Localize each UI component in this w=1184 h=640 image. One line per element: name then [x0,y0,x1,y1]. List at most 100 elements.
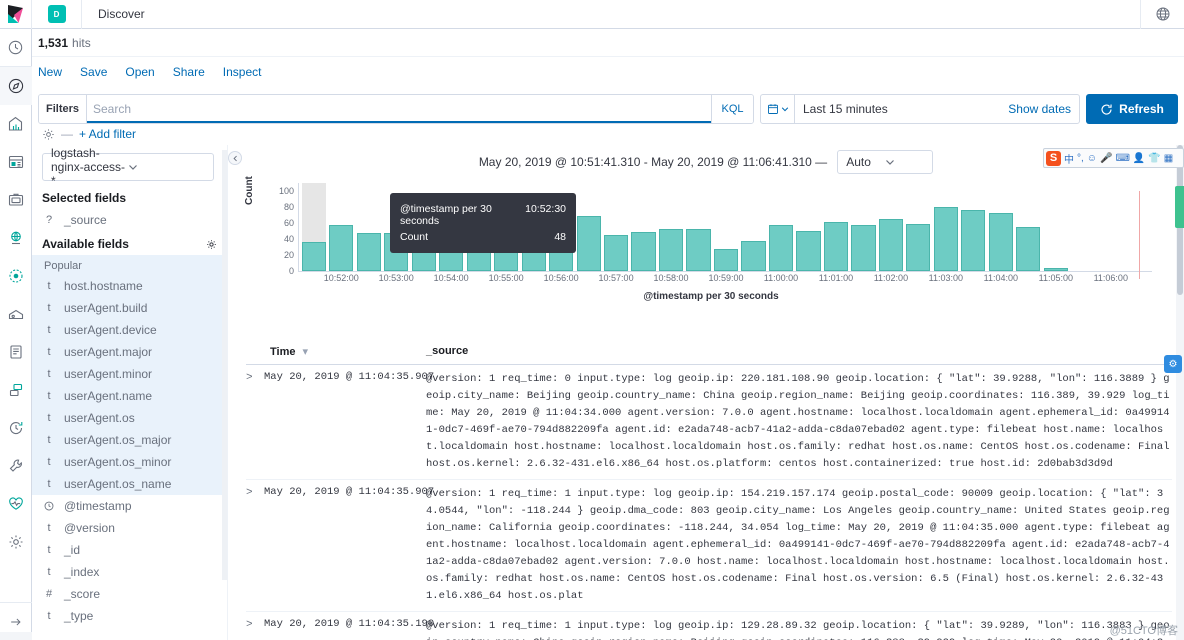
filter-options-gear-icon[interactable] [42,128,55,141]
ime-emoji-icon[interactable]: ☺ [1087,153,1097,164]
chart-bar-cell[interactable] [300,183,327,271]
ime-punctuation-icon[interactable]: °, [1077,153,1084,164]
chart-bar[interactable] [713,249,739,271]
chart-bar-cell[interactable] [987,183,1014,271]
chart-bar[interactable] [988,212,1013,271]
chart-bar-cell[interactable] [822,183,849,271]
sidebar-item-machine-learning[interactable] [0,257,32,295]
chart-bar[interactable] [301,242,326,271]
field-item-host-hostname[interactable]: t host.hostname [32,275,227,297]
floating-green-tab[interactable] [1175,186,1184,228]
field-item-useragent-name[interactable]: t userAgent.name [32,385,227,407]
sogou-logo-icon[interactable]: S [1046,150,1061,166]
chart-bar-cell[interactable] [905,183,932,271]
globe-button[interactable] [1140,0,1184,29]
table-row[interactable]: > May 20, 2019 @ 11:04:35.907 @version: … [246,480,1172,612]
sidebar-item-visualize[interactable] [0,105,32,143]
chart-bar[interactable] [741,240,766,271]
chart-bar[interactable] [576,215,601,271]
expand-row-chevron-right-icon[interactable]: > [246,618,264,640]
field-item-useragent-major[interactable]: t userAgent.major [32,341,227,363]
ime-toolbar[interactable]: S 中 °, ☺ 🎤 ⌨ 👤 👕 ▦ [1043,148,1184,168]
column-header-time[interactable]: Time ▾ [246,345,426,358]
field-item-id[interactable]: t _id [32,539,227,561]
field-item-score[interactable]: # _score [32,583,227,605]
save-button[interactable]: Save [80,65,107,79]
chart-bar-cell[interactable] [602,183,629,271]
field-item-useragent-device[interactable]: t userAgent.device [32,319,227,341]
ime-keyboard-icon[interactable]: ⌨ [1115,153,1129,164]
expand-row-chevron-right-icon[interactable]: > [246,486,264,605]
chart-bar-cell[interactable] [795,183,822,271]
chart-bar[interactable] [631,231,656,271]
chart-bar-cell[interactable] [1097,183,1124,271]
chart-bar[interactable] [1043,267,1068,271]
ime-voice-icon[interactable]: 🎤 [1100,153,1112,164]
calendar-quick-select-button[interactable] [761,95,795,123]
chart-bar[interactable] [796,231,821,271]
chart-bar[interactable] [961,210,986,271]
sidebar-item-dev-tools[interactable] [0,447,32,485]
new-button[interactable]: New [38,65,62,79]
chart-bar-cell[interactable] [1015,183,1042,271]
chart-bar-cell[interactable] [575,183,602,271]
field-item-useragent-minor[interactable]: t userAgent.minor [32,363,227,385]
chart-bar[interactable] [933,207,958,271]
chart-bar-cell[interactable] [1070,183,1097,271]
kql-button[interactable]: KQL [711,95,753,123]
chart-bar[interactable] [768,224,794,271]
rail-horizontal-scrollbar[interactable] [0,632,32,640]
chart-bar-cell[interactable] [657,183,684,271]
sidebar-item-uptime[interactable] [0,409,32,447]
chart-bar-cell[interactable] [355,183,382,271]
field-item-useragent-os-major[interactable]: t userAgent.os_major [32,429,227,451]
chart-bar[interactable] [658,229,684,271]
ime-skin-icon[interactable]: 👕 [1148,153,1160,164]
refresh-button[interactable]: Refresh [1086,94,1178,124]
filters-button[interactable]: Filters [39,95,87,123]
interval-select[interactable]: Auto [837,150,934,174]
chart-bar[interactable] [1016,227,1041,271]
field-item-index[interactable]: t _index [32,561,227,583]
chart-bar-cell[interactable] [327,183,354,271]
open-button[interactable]: Open [125,65,154,79]
sort-caret-icon[interactable]: ▾ [303,346,309,358]
add-filter-button[interactable]: + Add filter [79,127,136,141]
chart-bar-cell[interactable] [877,183,904,271]
chart-bar[interactable] [906,223,931,271]
chart-bar-cell[interactable] [1042,183,1069,271]
chart-bar[interactable] [878,219,903,271]
table-row[interactable]: > May 20, 2019 @ 11:04:35.190 @version: … [246,612,1172,640]
field-item-version[interactable]: t @version [32,517,227,539]
floating-blue-button-icon[interactable]: ⚙ [1164,355,1182,373]
inspect-button[interactable]: Inspect [223,65,262,79]
field-item-timestamp[interactable]: @timestamp [32,495,227,517]
date-range-text[interactable]: Last 15 minutes [795,102,1008,116]
chart-bar[interactable] [329,225,354,271]
sidebar-item-apm[interactable] [0,371,32,409]
sidebar-collapse-handle[interactable] [228,151,242,165]
sidebar-item-dashboard[interactable] [0,143,32,181]
app-badge-cell[interactable]: D [32,0,82,29]
chart-bar-cell[interactable] [630,183,657,271]
chart-bar-cell[interactable] [850,183,877,271]
field-item-type[interactable]: t _type [32,605,227,627]
ime-user-icon[interactable]: 👤 [1133,153,1145,164]
ime-menu-icon[interactable]: ▦ [1164,153,1173,164]
sidebar-item-management[interactable] [0,523,32,561]
sidebar-item-canvas[interactable] [0,181,32,219]
sidebar-item-monitoring[interactable] [0,485,32,523]
field-item-useragent-build[interactable]: t userAgent.build [32,297,227,319]
search-input[interactable] [87,95,711,123]
expand-row-chevron-right-icon[interactable]: > [246,371,264,473]
chart-bar-cell[interactable] [767,183,794,271]
field-item-useragent-os[interactable]: t userAgent.os [32,407,227,429]
ime-language-icon[interactable]: 中 [1064,151,1074,166]
chart-bar[interactable] [851,225,876,271]
field-item-source[interactable]: ? _source [32,209,227,231]
index-pattern-select[interactable]: logstash-nginx-access-* [42,146,214,188]
share-button[interactable]: Share [173,65,205,79]
field-item-useragent-os-minor[interactable]: t userAgent.os_minor [32,451,227,473]
sidebar-item-discover[interactable] [0,67,32,105]
field-settings-gear-icon[interactable] [206,239,217,250]
